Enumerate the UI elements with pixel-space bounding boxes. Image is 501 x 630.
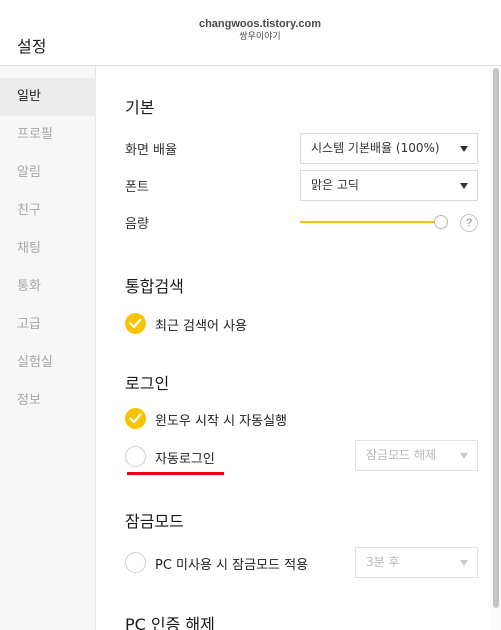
- idle-lock-checkbox[interactable]: [125, 552, 146, 573]
- scrollbar-thumb[interactable]: [493, 68, 499, 608]
- sidebar-item-chat[interactable]: 채팅: [0, 230, 96, 268]
- idle-lock-label[interactable]: PC 미사용 시 잠금모드 적용: [155, 554, 308, 573]
- section-title-login: 로그인: [125, 374, 170, 393]
- autologin-checkbox[interactable]: [125, 446, 146, 467]
- chevron-down-icon: [460, 183, 468, 189]
- highlight-underline: [127, 472, 224, 475]
- scrollbar[interactable]: [490, 66, 501, 630]
- autostart-checkbox[interactable]: [125, 408, 146, 429]
- font-label: 폰트: [125, 180, 149, 195]
- display-scale-value: 시스템 기본배율 (100%): [311, 141, 440, 155]
- sidebar-item-calls[interactable]: 통화: [0, 268, 96, 306]
- settings-content: 기본 화면 배율 시스템 기본배율 (100%) 폰트 맑은 고딕 음량 ? 통…: [97, 66, 487, 630]
- section-title-search: 통합검색: [125, 277, 184, 296]
- display-scale-label: 화면 배율: [125, 143, 177, 158]
- watermark-url: changwoos.tistory.com: [198, 18, 322, 30]
- autostart-label[interactable]: 윈도우 시작 시 자동실행: [155, 410, 287, 429]
- sidebar-item-notifications[interactable]: 알림: [0, 154, 96, 192]
- chevron-down-icon: [460, 453, 468, 459]
- recent-keywords-checkbox[interactable]: [125, 313, 146, 334]
- watermark: changwoos.tistory.com 쌍우이야기: [190, 18, 330, 42]
- sidebar-item-about[interactable]: 정보: [0, 382, 96, 420]
- volume-slider-track[interactable]: [300, 221, 440, 223]
- section-title-basic: 기본: [125, 98, 155, 117]
- settings-sidebar: 일반 프로필 알림 친구 채팅 통화 고급 실험실 정보: [0, 66, 96, 630]
- sidebar-item-labs[interactable]: 실험실: [0, 344, 96, 382]
- font-value: 맑은 고딕: [311, 178, 359, 192]
- sidebar-item-advanced[interactable]: 고급: [0, 306, 96, 344]
- section-title-lockmode: 잠금모드: [125, 512, 184, 531]
- display-scale-select[interactable]: 시스템 기본배율 (100%): [300, 133, 478, 164]
- help-icon[interactable]: ?: [460, 214, 478, 232]
- section-title-pc-auth: PC 인증 해제: [125, 615, 215, 630]
- sidebar-item-general[interactable]: 일반: [0, 78, 96, 116]
- recent-keywords-label[interactable]: 최근 검색어 사용: [155, 315, 247, 334]
- window-title: 설정: [17, 37, 47, 56]
- sidebar-item-profile[interactable]: 프로필: [0, 116, 96, 154]
- volume-slider-handle[interactable]: [434, 215, 448, 229]
- autologin-mode-select[interactable]: 잠금모드 해제: [355, 440, 478, 471]
- chevron-down-icon: [460, 146, 468, 152]
- idle-lock-time-select[interactable]: 3분 후: [355, 547, 478, 578]
- watermark-blog-name: 쌍우이야기: [239, 31, 281, 41]
- sidebar-item-friends[interactable]: 친구: [0, 192, 96, 230]
- autologin-label[interactable]: 자동로그인: [155, 448, 215, 467]
- chevron-down-icon: [460, 560, 468, 566]
- idle-lock-time-value: 3분 후: [366, 555, 400, 569]
- check-icon: [129, 318, 142, 329]
- font-select[interactable]: 맑은 고딕: [300, 170, 478, 201]
- volume-label: 음량: [125, 217, 149, 232]
- autologin-mode-value: 잠금모드 해제: [366, 448, 437, 462]
- check-icon: [129, 413, 142, 424]
